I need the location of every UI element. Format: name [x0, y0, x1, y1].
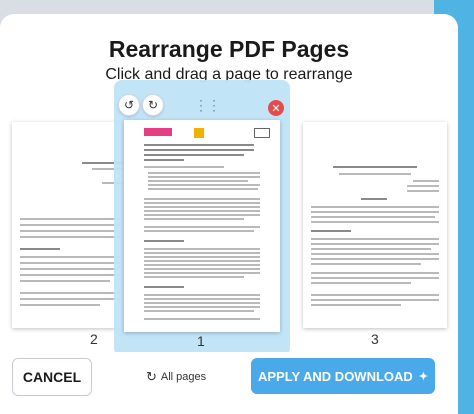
page-thumbnail-1[interactable] — [124, 120, 280, 332]
page-thumbnail-3[interactable] — [303, 122, 447, 328]
apply-label: APPLY AND DOWNLOAD — [257, 368, 413, 384]
cancel-button[interactable]: CANCEL — [12, 358, 92, 396]
all-pages-label: All pages — [160, 371, 207, 383]
rotate-left-button[interactable]: ↺ — [118, 94, 140, 116]
page-number-2: 2 — [90, 331, 98, 347]
page-number-1: 1 — [197, 333, 205, 349]
all-pages-toggle[interactable]: ↻ All pages — [146, 369, 206, 385]
remove-page-button[interactable]: ✕ — [268, 100, 284, 116]
rotate-right-button[interactable]: ↻ — [142, 94, 164, 116]
apply-and-download-button[interactable]: APPLY AND DOWNLOAD ✦ — [251, 358, 435, 394]
rotate-all-icon: ↻ — [146, 369, 157, 384]
sparkle-icon: ✦ — [418, 370, 429, 383]
page-number-3: 3 — [371, 331, 379, 347]
dialog-title: Rearrange PDF Pages — [108, 36, 350, 62]
drag-handle-icon[interactable]: ⋮⋮ — [194, 97, 221, 114]
